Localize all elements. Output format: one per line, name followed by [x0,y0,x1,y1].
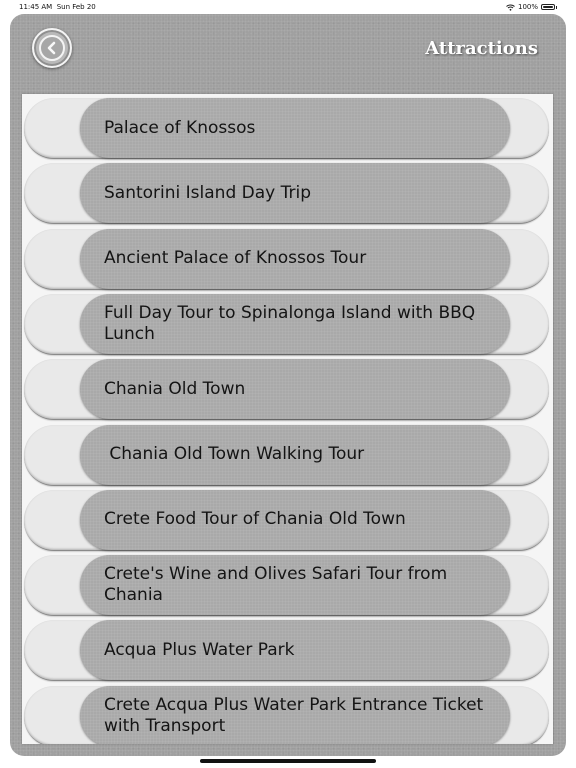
list-item[interactable]: Crete Acqua Plus Water Park Entrance Tic… [22,684,553,744]
attraction-label: Palace of Knossos [104,117,256,138]
attractions-list[interactable]: Palace of Knossos Santorini Island Day Tr… [22,94,553,744]
battery-icon [541,4,555,10]
attraction-label: Ancient Palace of Knossos Tour [104,248,367,269]
status-time-date: 11:45 AM Sun Feb 20 [19,3,96,11]
status-time: 11:45 AM [19,3,53,11]
attraction-label: Crete Acqua Plus Water Park Entrance Tic… [104,694,489,736]
attraction-label: Chania Old Town [104,378,246,399]
battery-percent: 100% [517,3,538,11]
attraction-label: Crete's Wine and Olives Safari Tour from… [104,564,453,606]
list-item[interactable]: Palace of Knossos [22,96,553,160]
chevron-left-icon [47,41,56,55]
wifi-icon [506,4,515,11]
back-button-inner [39,35,65,61]
attraction-label: Chania Old Town Walking Tour [104,444,365,464]
list-item[interactable]: Chania Old Town Walking Tour [22,423,553,487]
app-frame: Attractions Palace of Knossos Santorini I… [10,14,566,756]
attraction-label: Crete Food Tour of Chania Old Town [104,509,406,530]
status-date: Sun Feb 20 [56,3,96,11]
list-item[interactable]: Crete's Wine and Olives Safari Tour from… [22,553,553,617]
list-item[interactable]: Acqua Plus Water Park [22,618,553,682]
back-button[interactable] [32,28,72,68]
attraction-label: Santorini Island Day Trip [104,182,312,203]
page-title: Attractions [425,38,538,59]
status-bar: 11:45 AM Sun Feb 20 100% [0,0,576,14]
list-item[interactable]: Santorini Island Day Trip [22,161,553,225]
status-indicators: 100% [506,3,557,11]
list-item[interactable]: Ancient Palace of Knossos Tour [22,227,553,291]
home-indicator [200,759,376,763]
list-item[interactable]: Full Day Tour to Spinalonga Island with … [22,292,553,356]
battery-tip [556,5,557,9]
list-item[interactable]: Chania Old Town [22,357,553,421]
attraction-label: Full Day Tour to Spinalonga Island with … [104,302,481,344]
attraction-label: Acqua Plus Water Park [104,639,295,660]
list-item[interactable]: Crete Food Tour of Chania Old Town [22,488,553,552]
